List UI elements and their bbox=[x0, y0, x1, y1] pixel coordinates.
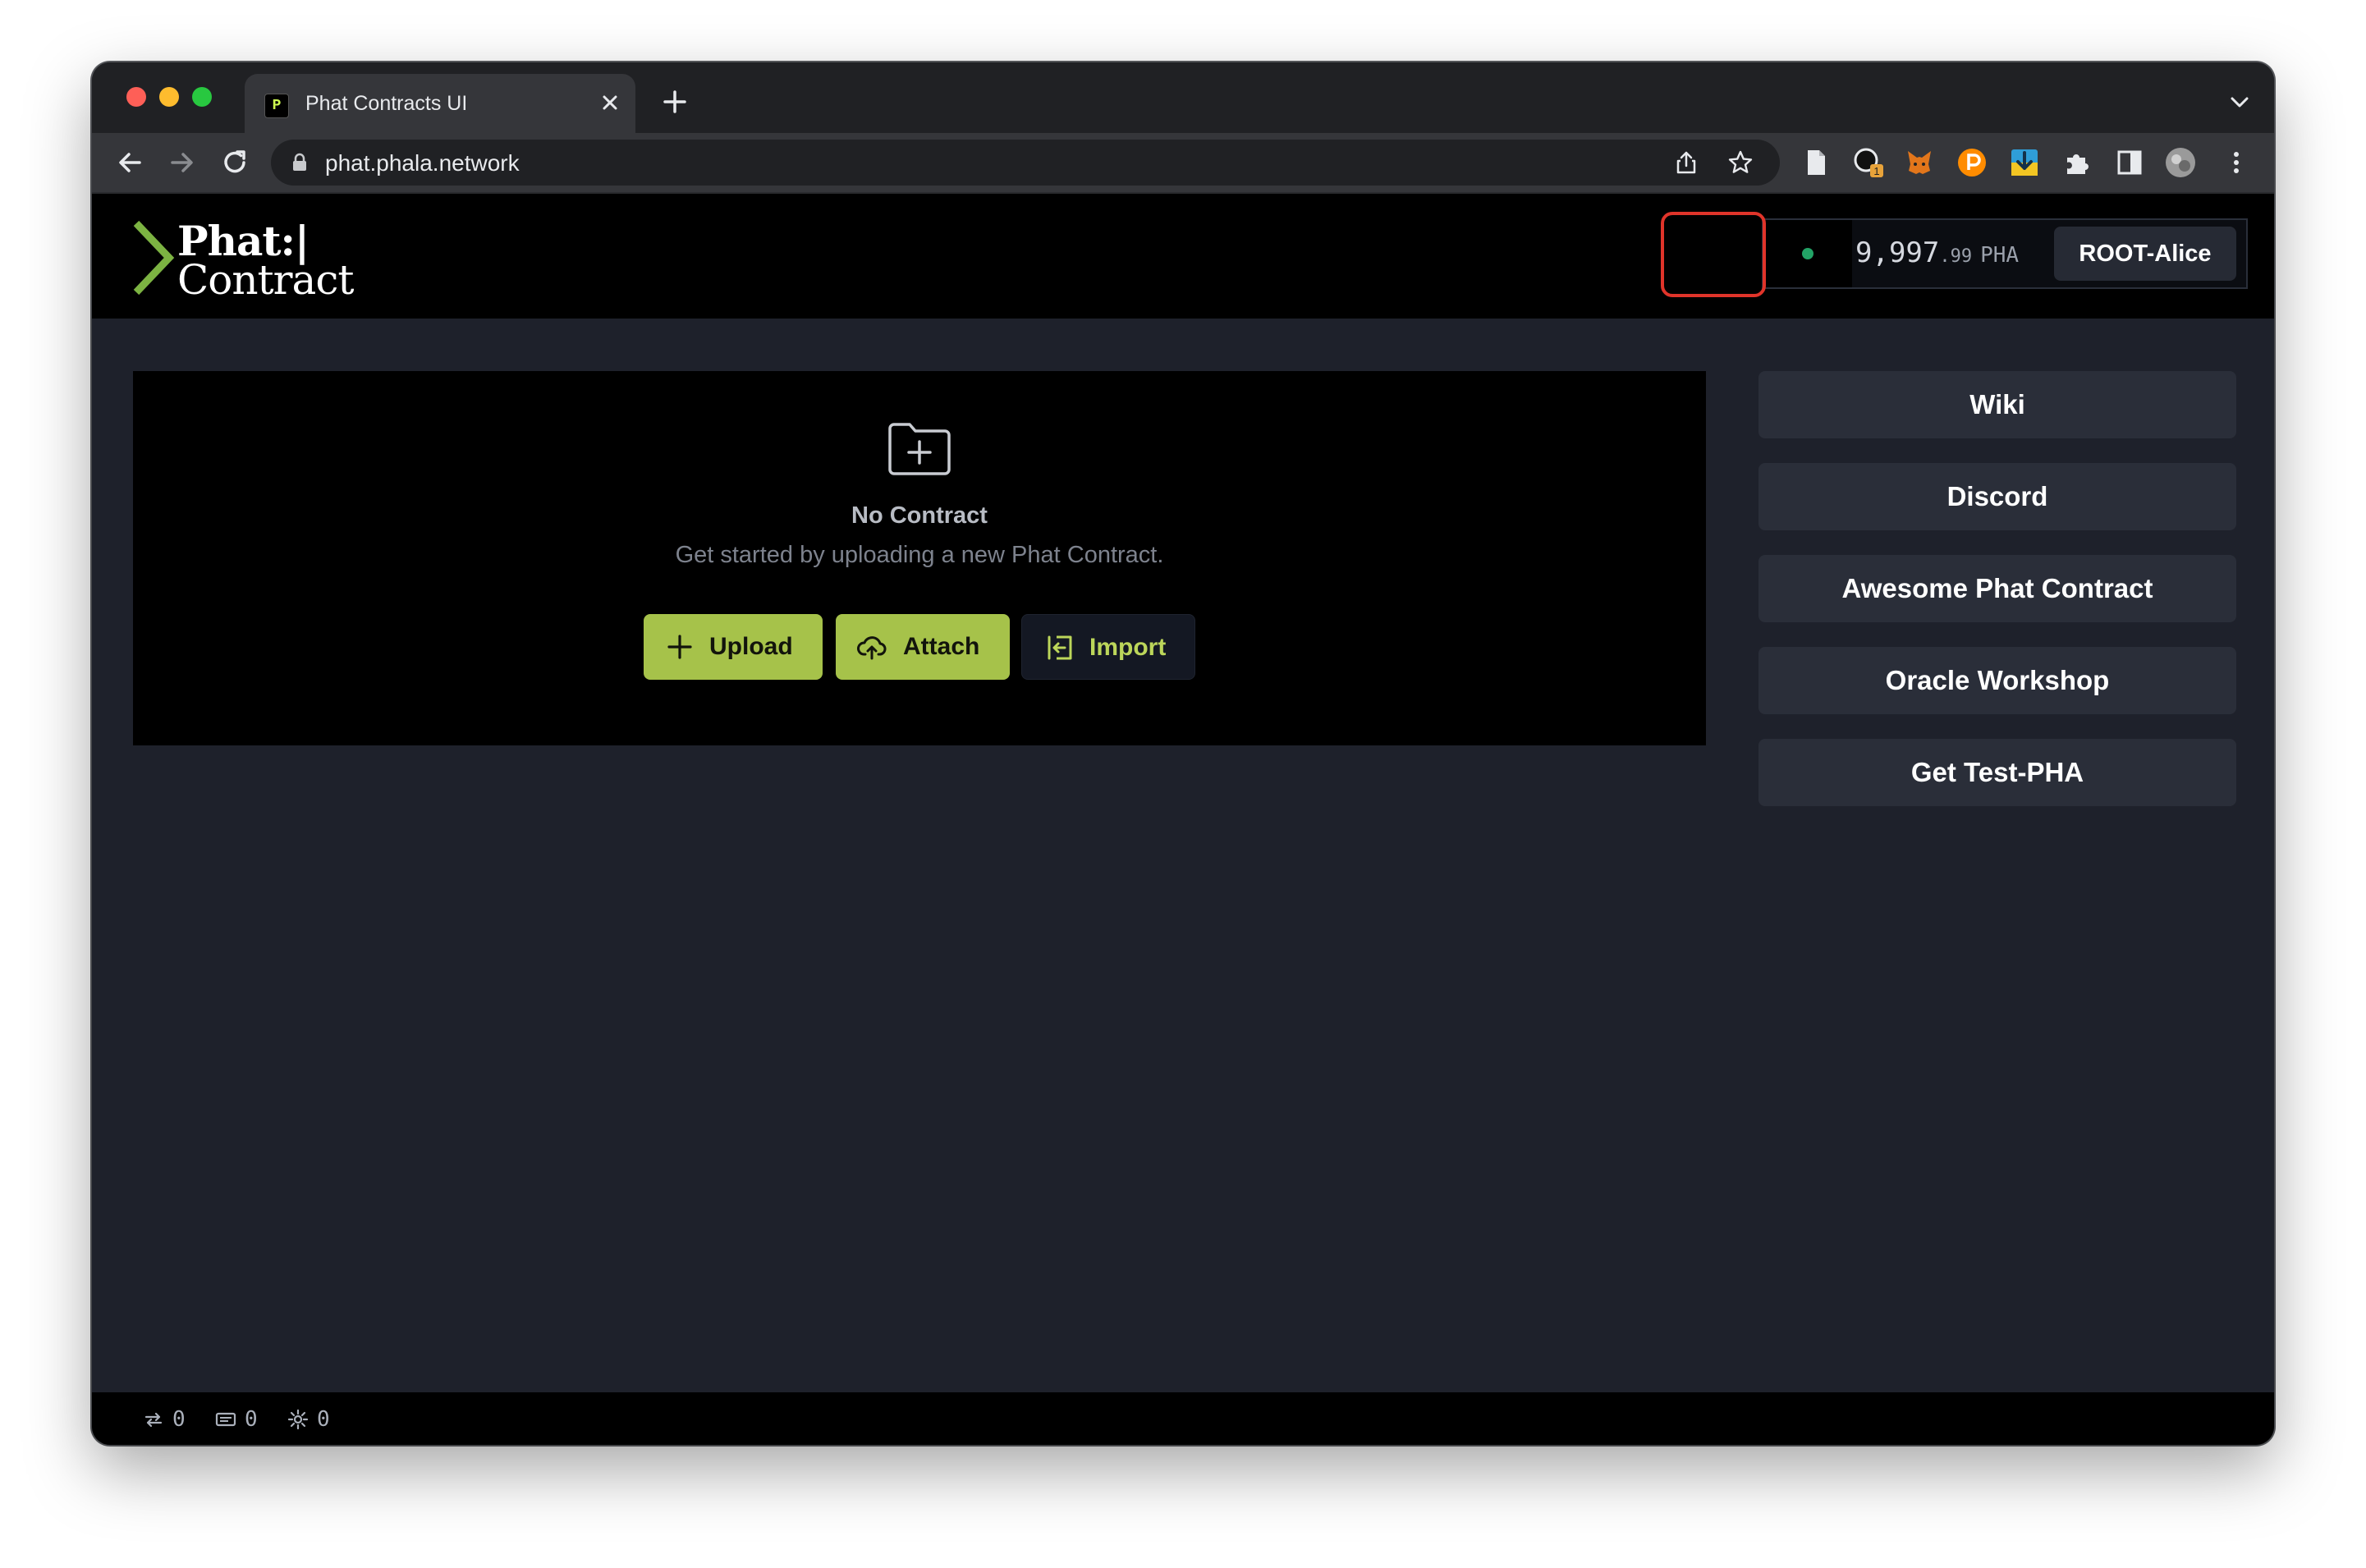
settings-count: 0 bbox=[317, 1407, 330, 1432]
bookmark-star-icon[interactable] bbox=[1726, 148, 1755, 177]
close-tab-icon[interactable] bbox=[596, 89, 624, 117]
oracle-workshop-link-button[interactable]: Oracle Workshop bbox=[1758, 647, 2236, 714]
minimize-window-button[interactable] bbox=[159, 87, 179, 107]
close-window-button[interactable] bbox=[126, 87, 146, 107]
phat-contract-logo[interactable]: Phat:| Contract bbox=[131, 217, 361, 304]
chevron-logo-icon bbox=[133, 220, 175, 296]
account-button[interactable]: ROOT-Alice bbox=[2054, 227, 2236, 281]
status-bar: 0 0 0 bbox=[92, 1392, 2274, 1445]
app-header: Phat:| Contract 9,997.99 PHA ROOT-Alice bbox=[92, 194, 2274, 319]
browser-window: P Phat Contracts UI phat.phala.network 1… bbox=[92, 62, 2274, 1445]
browser-menu-icon[interactable] bbox=[2220, 146, 2253, 179]
balance-decimal: .99 bbox=[1939, 246, 1973, 267]
download-extension-icon[interactable] bbox=[2008, 146, 2041, 179]
attach-button[interactable]: Attach bbox=[836, 614, 1010, 680]
get-test-pha-link-button[interactable]: Get Test-PHA bbox=[1758, 739, 2236, 806]
cloud-upload-icon bbox=[857, 636, 887, 660]
wiki-link-button[interactable]: Wiki bbox=[1758, 371, 2236, 438]
balance-display: 9,997.99 PHA bbox=[1855, 236, 2019, 269]
browser-toolbar: phat.phala.network 1 bbox=[92, 133, 2274, 194]
new-tab-icon[interactable] bbox=[658, 85, 691, 118]
address-bar[interactable]: phat.phala.network bbox=[271, 140, 1780, 186]
upload-label: Upload bbox=[709, 633, 793, 660]
import-button[interactable]: Import bbox=[1021, 614, 1195, 680]
connection-status-button[interactable] bbox=[1763, 220, 1852, 287]
empty-state-title: No Contract bbox=[851, 502, 988, 529]
plus-icon bbox=[667, 635, 692, 659]
awesome-phat-contract-link-button[interactable]: Awesome Phat Contract bbox=[1758, 555, 2236, 622]
contracts-panel: No Contract Get started by uploading a n… bbox=[133, 371, 1706, 745]
document-extension-icon[interactable] bbox=[1800, 146, 1832, 179]
tab-title: Phat Contracts UI bbox=[305, 92, 468, 115]
lock-icon bbox=[293, 153, 306, 171]
url-text: phat.phala.network bbox=[325, 150, 520, 176]
upload-button[interactable]: Upload bbox=[644, 614, 823, 680]
forward-icon[interactable] bbox=[164, 144, 200, 181]
balance-integer: 9,997 bbox=[1855, 236, 1940, 269]
favicon-icon: P bbox=[264, 94, 289, 118]
transactions-count: 0 bbox=[172, 1407, 186, 1432]
gear-icon bbox=[287, 1409, 309, 1430]
reload-icon[interactable] bbox=[217, 144, 253, 181]
maximize-window-button[interactable] bbox=[192, 87, 212, 107]
account-panel: 9,997.99 PHA ROOT-Alice bbox=[1762, 218, 2248, 289]
import-icon bbox=[1048, 635, 1072, 660]
browser-tab[interactable]: P Phat Contracts UI bbox=[245, 74, 635, 133]
logo-line2: Contract bbox=[177, 256, 354, 304]
messages-count: 0 bbox=[245, 1407, 258, 1432]
polkadot-extension-icon[interactable] bbox=[1956, 146, 1988, 179]
profile-avatar-icon[interactable] bbox=[2164, 146, 2197, 179]
tab-strip: P Phat Contracts UI bbox=[92, 62, 2274, 133]
import-label: Import bbox=[1089, 634, 1167, 661]
puzzle-icon[interactable] bbox=[2061, 146, 2093, 179]
svg-text:1: 1 bbox=[1873, 165, 1879, 177]
empty-state-subtitle: Get started by uploading a new Phat Cont… bbox=[675, 542, 1164, 568]
discord-link-button[interactable]: Discord bbox=[1758, 463, 2236, 530]
message-icon bbox=[215, 1412, 236, 1427]
metamask-icon[interactable] bbox=[1903, 146, 1936, 179]
status-dot-icon bbox=[1802, 248, 1813, 259]
folder-plus-icon bbox=[888, 423, 951, 475]
attach-label: Attach bbox=[903, 633, 980, 660]
share-icon[interactable] bbox=[1671, 148, 1701, 177]
back-icon[interactable] bbox=[112, 144, 148, 181]
balance-unit: PHA bbox=[1980, 243, 2020, 268]
side-panel-icon[interactable] bbox=[2113, 146, 2146, 179]
tab-search-icon[interactable] bbox=[2225, 87, 2254, 117]
transactions-icon bbox=[144, 1412, 163, 1428]
annotation-highlight-box bbox=[1661, 212, 1766, 297]
extension-badge-icon[interactable]: 1 bbox=[1852, 146, 1885, 179]
